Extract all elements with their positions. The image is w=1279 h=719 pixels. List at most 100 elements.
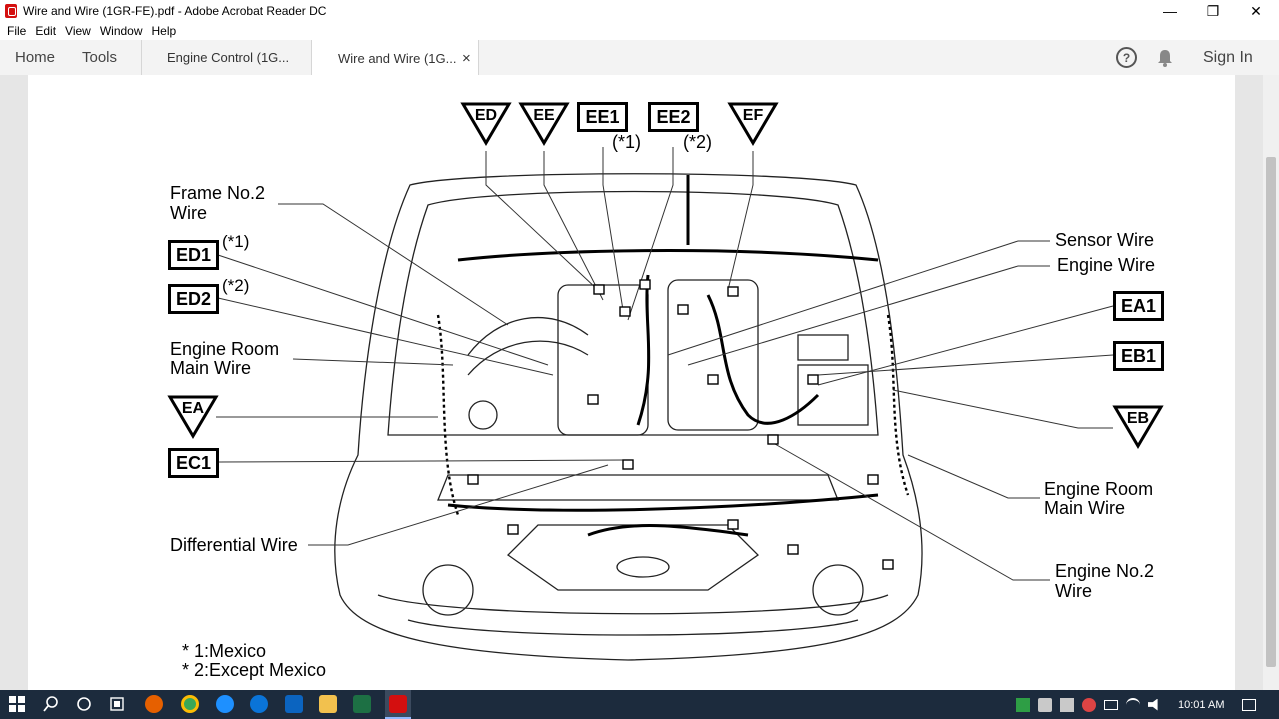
leader-ea1 <box>817 305 1114 386</box>
connector <box>639 279 651 290</box>
box-ed2: ED2 <box>168 284 219 314</box>
vertical-scrollbar[interactable] <box>1263 75 1279 690</box>
label-frame-no2-line2: Wire <box>170 203 207 223</box>
connector <box>867 474 879 485</box>
leader-frame-no2 <box>278 203 509 326</box>
marker-ed-label: ED <box>474 107 498 124</box>
tray-network-alert-icon[interactable] <box>1082 697 1096 712</box>
label-engine-room-main-left-line2: Main Wire <box>170 358 252 378</box>
outlook-icon[interactable] <box>285 695 303 713</box>
leader-engine <box>687 265 1050 366</box>
acrobat-taskbar-button[interactable] <box>385 690 411 719</box>
connector <box>727 286 739 297</box>
notifications-button[interactable] <box>1157 40 1173 75</box>
harness-top <box>457 249 879 262</box>
engine-block-left <box>557 284 649 436</box>
leader-eb <box>892 389 1113 429</box>
harness-dashed-left <box>436 314 460 516</box>
leader-ec1 <box>217 459 624 463</box>
connector <box>587 394 599 405</box>
tab-wire-and-wire[interactable]: Wire and Wire (1G... × <box>311 40 479 76</box>
connector <box>707 374 719 385</box>
harness-grille <box>587 524 749 537</box>
harness-right <box>706 294 820 425</box>
system-tray <box>1016 690 1168 719</box>
acrobat-taskbar-icon <box>389 695 407 713</box>
action-center-button[interactable] <box>1242 690 1256 719</box>
box-ed1: ED1 <box>168 240 219 270</box>
menu-window[interactable]: Window <box>100 24 143 38</box>
label-engine-room-main-left-line1: Engine Room <box>170 339 280 359</box>
label-sensor-wire: Sensor Wire <box>1055 230 1155 250</box>
cortana-icon[interactable] <box>75 695 93 713</box>
window-title: Wire and Wire (1GR-FE).pdf - Adobe Acrob… <box>23 4 327 18</box>
task-view-icon[interactable] <box>108 695 126 713</box>
connector <box>677 304 689 315</box>
shield-icon[interactable] <box>1016 697 1030 712</box>
grille-emblem <box>616 556 670 578</box>
menu-help[interactable]: Help <box>152 24 177 38</box>
volume-icon[interactable] <box>1148 698 1158 711</box>
leader-ee2 <box>627 147 674 321</box>
footnote-except-mexico: * 2:Except Mexico <box>182 660 327 680</box>
menu-view[interactable]: View <box>65 24 91 38</box>
harness-center <box>636 274 651 426</box>
leader-engine-no2 <box>767 439 1050 581</box>
file-explorer-icon[interactable] <box>319 695 337 713</box>
label-engine-room-main-right-line1: Engine Room <box>1044 479 1154 499</box>
bumper <box>377 594 889 615</box>
menu-file[interactable]: File <box>7 24 26 38</box>
connector <box>787 544 799 555</box>
internet-explorer-icon[interactable] <box>216 695 234 713</box>
help-button[interactable]: ? <box>1116 40 1137 75</box>
harness-dashed-right <box>886 314 910 496</box>
clock[interactable]: 10:01 AM <box>1178 690 1224 719</box>
tab-home[interactable]: Home <box>15 40 55 75</box>
bell-icon <box>1158 49 1172 67</box>
left-headlamp <box>422 564 474 616</box>
windows-start-icon[interactable] <box>8 695 26 713</box>
title-bar: Wire and Wire (1GR-FE).pdf - Adobe Acrob… <box>0 0 1279 22</box>
tray-doc-icon[interactable] <box>1060 697 1074 712</box>
box-eb1: EB1 <box>1113 341 1164 371</box>
hood-inner <box>387 190 879 436</box>
marker-ef-label: EF <box>742 107 764 124</box>
document-viewport[interactable]: ED EE EF EA EB EE1 EE2 ED1 ED2 EC1 EA1 E… <box>0 75 1279 690</box>
minimize-button[interactable]: — <box>1147 0 1193 22</box>
note-ee1: (*1) <box>612 132 642 152</box>
pdf-page: ED EE EF EA EB EE1 EE2 ED1 ED2 EC1 EA1 E… <box>28 75 1235 690</box>
note-ed1: (*1) <box>222 232 250 251</box>
leader-ed2 <box>217 297 554 376</box>
engine-bay-drawing <box>167 102 1164 661</box>
menu-bar: File Edit View Window Help <box>0 22 1279 40</box>
chrome-icon[interactable] <box>181 695 199 713</box>
marker-eb-label: EB <box>1126 410 1150 427</box>
connector <box>767 434 779 445</box>
edge-icon[interactable] <box>250 695 268 713</box>
close-tab-icon[interactable]: × <box>462 50 471 67</box>
firefox-icon[interactable] <box>145 695 163 713</box>
box-ec1: EC1 <box>168 448 219 478</box>
scrollbar-thumb[interactable] <box>1266 157 1276 667</box>
bumper-lower <box>407 619 859 636</box>
close-button[interactable]: ✕ <box>1233 0 1279 22</box>
notifications-icon <box>1242 698 1256 711</box>
wifi-icon[interactable] <box>1126 697 1140 712</box>
menu-edit[interactable]: Edit <box>35 24 56 38</box>
tray-app-icon[interactable] <box>1038 697 1052 712</box>
taskbar: 10:01 AM <box>0 690 1279 719</box>
battery-icon[interactable] <box>1104 699 1118 710</box>
fluid-reservoir <box>468 400 498 430</box>
tab-tools[interactable]: Tools <box>82 40 117 75</box>
marker-ea-label: EA <box>181 400 205 417</box>
box-ee2: EE2 <box>648 102 699 132</box>
connector <box>467 474 479 485</box>
tab-wire-and-wire-label: Wire and Wire (1G... <box>338 50 457 66</box>
sign-in-link[interactable]: Sign In <box>1203 40 1253 75</box>
excel-icon[interactable] <box>353 695 371 713</box>
connector <box>622 459 634 470</box>
box-ee1: EE1 <box>577 102 628 132</box>
tab-engine-control[interactable]: Engine Control (1G... <box>141 40 312 75</box>
search-icon[interactable] <box>42 695 60 713</box>
maximize-button[interactable]: ❐ <box>1190 0 1236 22</box>
